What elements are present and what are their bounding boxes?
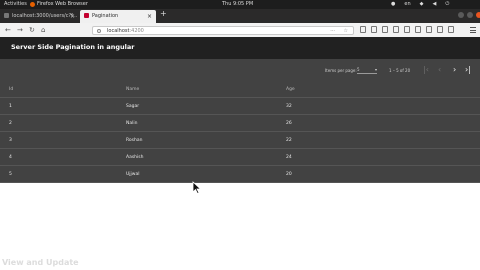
browser-tab-bar: localhost:3000/users/c?f... × Pagination… xyxy=(0,9,480,23)
forward-icon[interactable]: → xyxy=(17,25,23,35)
cell-name: Roshan xyxy=(126,131,286,149)
cell-id: 3 xyxy=(0,131,126,149)
cell-name: Sagar xyxy=(126,97,286,115)
app-content: Server Side Pagination in angular Items … xyxy=(0,37,480,183)
tab-title: Pagination xyxy=(92,13,119,19)
app-menu[interactable]: Firefox Web Browser xyxy=(30,0,88,9)
home-icon[interactable]: ⌂ xyxy=(41,25,45,35)
dropdown-arrow-icon: ▾ xyxy=(374,67,377,72)
table-row: 4 Aashish 24 xyxy=(0,148,480,166)
info-icon[interactable] xyxy=(97,29,101,33)
library-icon[interactable] xyxy=(360,26,366,33)
user-icon[interactable]: ● xyxy=(391,0,395,9)
minimize-icon[interactable] xyxy=(458,12,464,18)
close-tab-icon[interactable]: × xyxy=(147,10,152,23)
bookmark-star-icon[interactable]: ☆ xyxy=(344,27,348,36)
page-size-value: 5 xyxy=(357,67,360,72)
app-menu-label: Firefox Web Browser xyxy=(37,1,88,7)
activities-button[interactable]: Activities xyxy=(4,0,27,9)
cell-name: Aashish xyxy=(126,148,286,166)
system-top-bar: Activities Firefox Web Browser Thu 9:05 … xyxy=(0,0,480,9)
firefox-icon xyxy=(30,2,35,7)
video-watermark: View and Update xyxy=(2,258,79,267)
next-page-icon[interactable]: › xyxy=(453,65,456,74)
cell-id: 2 xyxy=(0,114,126,132)
extension-icon[interactable] xyxy=(393,26,399,33)
power-icon[interactable]: ⏻ xyxy=(445,0,449,9)
close-tab-icon[interactable]: × xyxy=(70,10,75,23)
screenshot-icon[interactable] xyxy=(382,26,388,33)
url-host: localhost xyxy=(107,28,130,34)
page-icon xyxy=(4,13,9,18)
new-tab-icon[interactable]: + xyxy=(160,9,167,18)
paginator: Items per page: 5 ▾ 1 – 5 of 20 |‹ ‹ › ›… xyxy=(0,59,480,81)
volume-icon[interactable]: ◀ xyxy=(432,0,436,9)
column-header-name: Name xyxy=(126,81,286,98)
page-title: Server Side Pagination in angular xyxy=(11,43,135,51)
navigation-bar: ← → ↻ ⌂ localhost:4200 ··· ☆ xyxy=(0,23,480,38)
downloads-icon[interactable] xyxy=(437,26,443,33)
system-tray: ● en ◆ ◀ ⏻ xyxy=(391,0,449,9)
cell-id: 1 xyxy=(0,97,126,115)
cell-age: 24 xyxy=(286,148,480,166)
cell-age: 20 xyxy=(286,165,480,183)
close-window-icon[interactable] xyxy=(476,12,480,18)
sidebar-icon[interactable] xyxy=(371,26,377,33)
range-label: 1 – 5 of 20 xyxy=(389,68,411,73)
page-size-select[interactable]: 5 ▾ xyxy=(357,67,377,74)
table-header-row: Id Name Age xyxy=(0,81,480,98)
first-page-icon[interactable]: |‹ xyxy=(423,65,429,74)
column-header-age: Age xyxy=(286,81,480,98)
cell-name: Ujjwal xyxy=(126,165,286,183)
hamburger-menu-icon[interactable] xyxy=(470,27,476,35)
toolbar-icons xyxy=(360,26,454,33)
pocket-icon[interactable] xyxy=(415,26,421,33)
table-row: 3 Roshan 22 xyxy=(0,131,480,149)
network-icon[interactable]: ◆ xyxy=(420,0,424,9)
window-controls xyxy=(458,12,480,18)
url-input[interactable]: localhost:4200 ··· ☆ xyxy=(92,26,354,35)
table-row: 5 Ujjwal 20 xyxy=(0,165,480,183)
mouse-cursor-icon xyxy=(192,181,201,194)
app-toolbar: Server Side Pagination in angular xyxy=(0,37,480,59)
maximize-icon[interactable] xyxy=(467,12,473,18)
cell-name: Nalin xyxy=(126,114,286,132)
last-page-icon[interactable]: ›| xyxy=(465,65,471,74)
language-indicator[interactable]: en xyxy=(404,0,410,9)
previous-page-icon[interactable]: ‹ xyxy=(438,65,441,74)
cell-id: 5 xyxy=(0,165,126,183)
cell-age: 22 xyxy=(286,131,480,149)
reload-icon[interactable]: ↻ xyxy=(29,25,35,35)
clock[interactable]: Thu 9:05 PM xyxy=(222,0,253,9)
data-table: Id Name Age 1 Sagar 32 2 Nalin 26 3 Rosh… xyxy=(0,81,480,183)
table-row: 2 Nalin 26 xyxy=(0,114,480,132)
back-icon[interactable]: ← xyxy=(5,25,11,35)
devtools-icon[interactable] xyxy=(448,26,454,33)
page-actions-icon[interactable]: ··· xyxy=(330,27,335,36)
cell-age: 32 xyxy=(286,97,480,115)
url-port: :4200 xyxy=(129,28,144,34)
column-header-id: Id xyxy=(0,81,126,98)
angular-icon xyxy=(84,13,89,18)
tab-pagination[interactable]: Pagination × xyxy=(80,10,156,23)
table-row: 1 Sagar 32 xyxy=(0,97,480,115)
account-icon[interactable] xyxy=(426,26,432,33)
cell-id: 4 xyxy=(0,148,126,166)
tab-title: localhost:3000/users/c?f... xyxy=(12,13,78,19)
items-per-page-label: Items per page: xyxy=(325,68,357,73)
cell-age: 26 xyxy=(286,114,480,132)
tab-users[interactable]: localhost:3000/users/c?f... × xyxy=(0,10,79,23)
sync-icon[interactable] xyxy=(404,26,410,33)
